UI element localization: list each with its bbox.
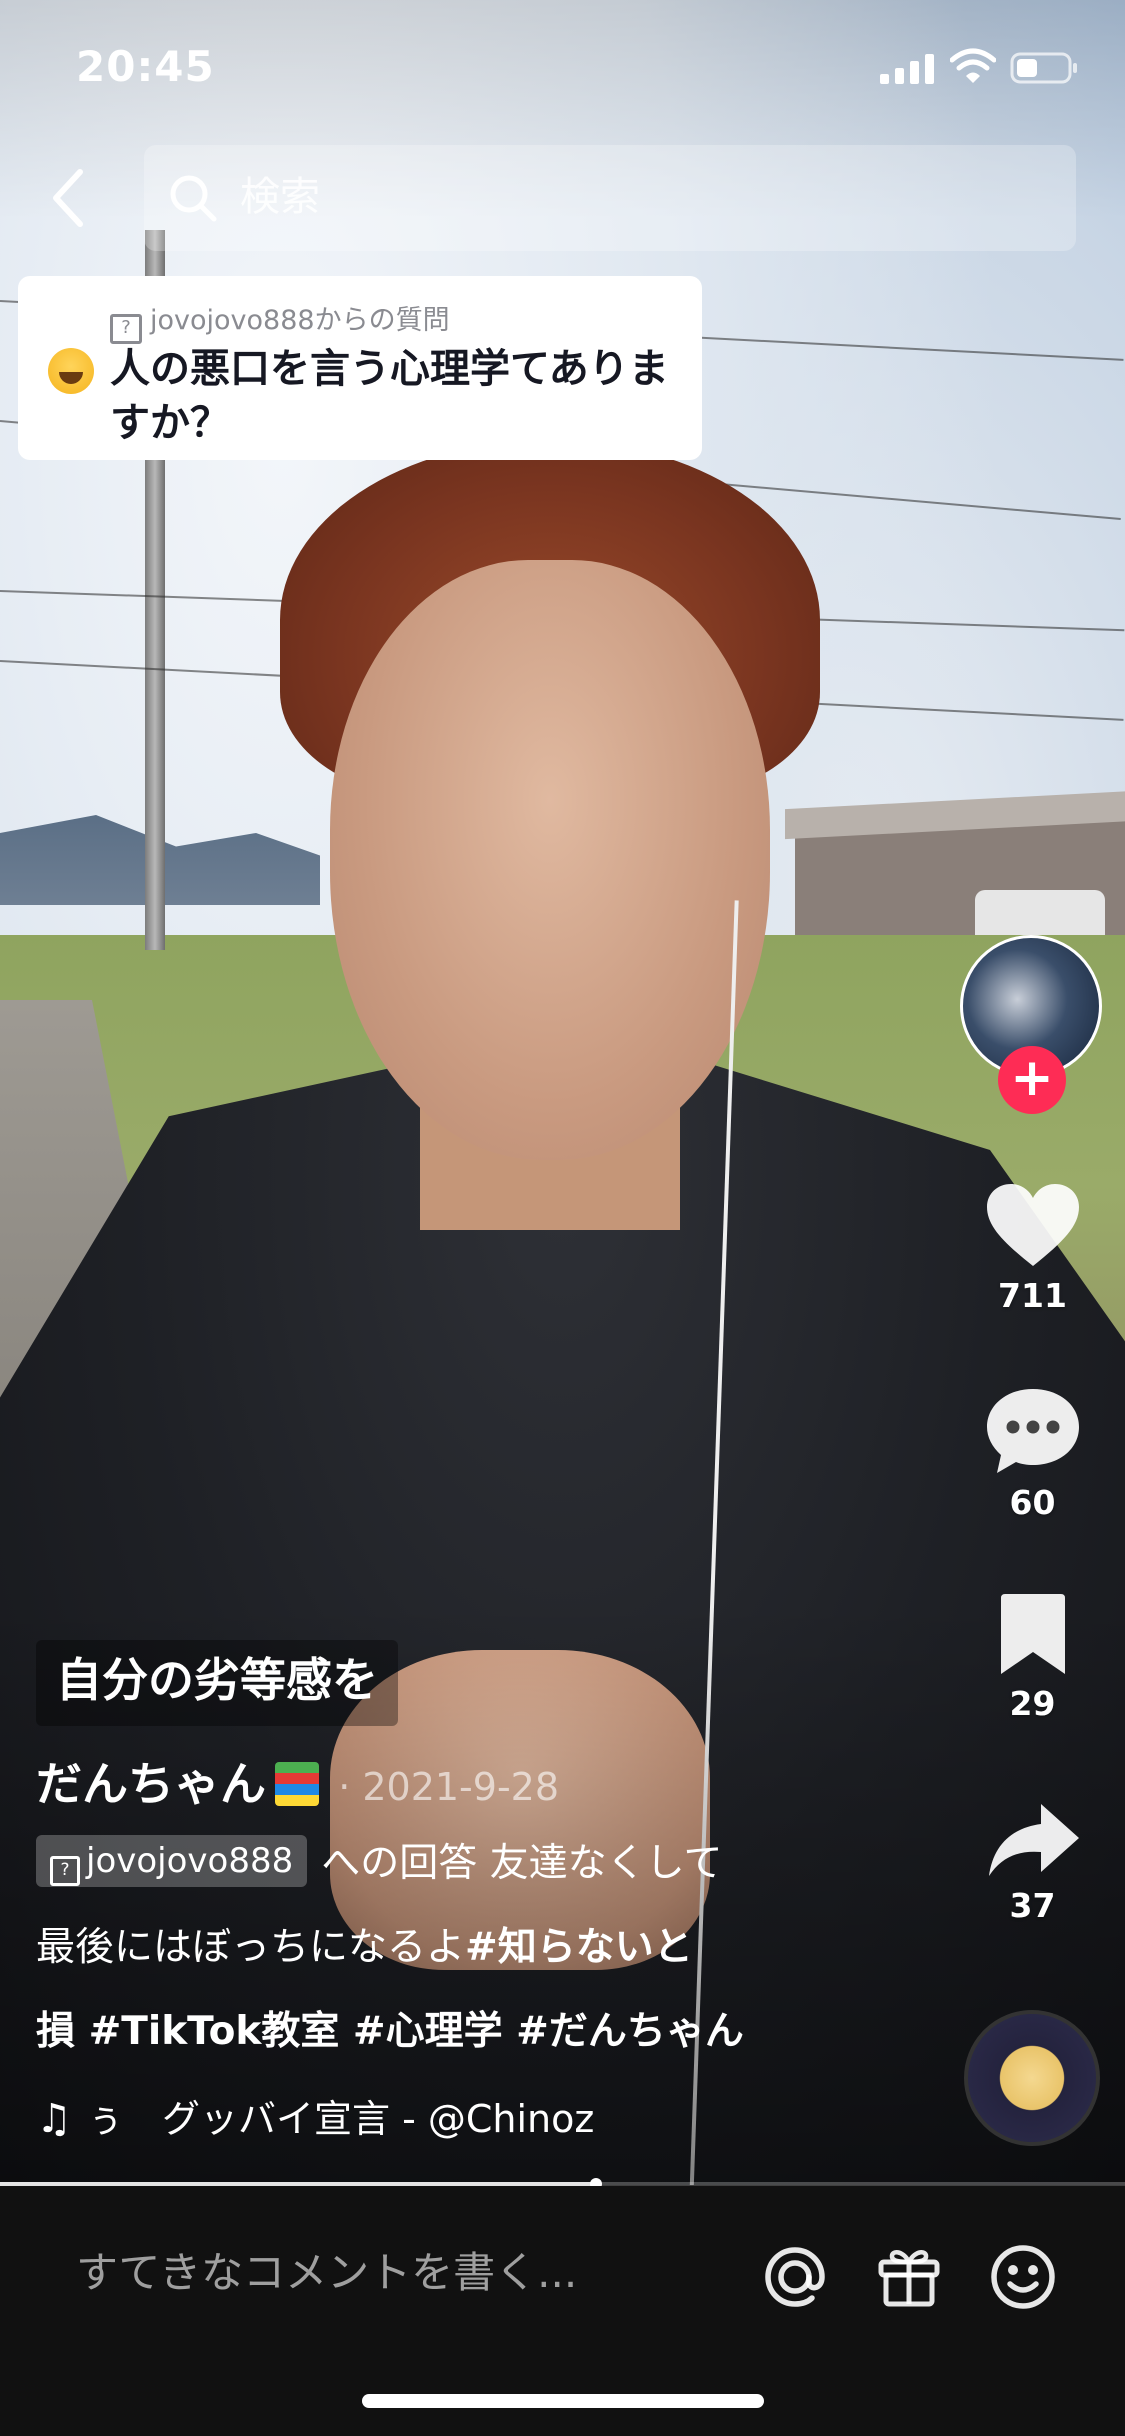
cellular-signal-icon	[880, 54, 934, 84]
back-icon	[53, 169, 83, 227]
description-text: 最後にはぼっちになるよ	[36, 1925, 466, 1970]
heart-icon	[986, 1184, 1079, 1266]
question-icon: ?	[110, 314, 142, 344]
home-indicator[interactable]	[362, 2394, 764, 2408]
comment-input[interactable]: すてきなコメントを書く...	[76, 2238, 577, 2308]
share-button[interactable]: 37	[975, 1800, 1090, 1925]
books-emoji-icon	[275, 1762, 320, 1806]
battery-icon	[1010, 52, 1077, 84]
reply-chip[interactable]: ? jovojovo888	[36, 1835, 308, 1887]
description-line: ? jovojovo888 への回答 友達なくして	[36, 1832, 722, 1896]
hashtag-line[interactable]: 損 #TikTok教室 #心理学 #だんちゃん	[36, 2000, 744, 2064]
music-title: ぅ グッバイ宣言 - @Chinoz	[86, 2097, 595, 2141]
video-person-face	[330, 560, 770, 1160]
description-text: への回答 友達なくして	[321, 1841, 723, 1886]
mention-icon[interactable]	[760, 2242, 830, 2312]
crying-emoji-icon	[48, 348, 94, 394]
hashtag-link[interactable]: #知らないと	[465, 1925, 693, 1970]
description-line: 最後にはぼっちになるよ#知らないと	[36, 1916, 693, 1980]
emoji-icon[interactable]	[988, 2242, 1058, 2312]
question-text: 人の悪口を言う心理学てありますか？	[110, 346, 669, 446]
save-button[interactable]: 29	[975, 1592, 1090, 1723]
share-count: 37	[1009, 1886, 1056, 1925]
like-count: 711	[998, 1276, 1067, 1315]
question-header: ? jovojovo888からの質問	[110, 298, 450, 344]
search-input[interactable]: 検索	[144, 145, 1076, 251]
share-icon	[988, 1804, 1079, 1876]
question-card[interactable]: ? jovojovo888からの質問 人の悪口を言う心理学てありますか？	[18, 276, 702, 460]
search-placeholder: 検索	[240, 174, 320, 220]
question-header-text: jovojovo888からの質問	[150, 305, 450, 336]
topic-label: 自分の劣等感を	[36, 1640, 398, 1726]
bookmark-icon	[1000, 1594, 1065, 1674]
gift-icon[interactable]	[876, 2242, 942, 2308]
question-icon: ?	[50, 1856, 80, 1886]
save-count: 29	[1009, 1684, 1056, 1723]
music-note-icon: ♫	[36, 2096, 72, 2142]
like-button[interactable]: 711	[975, 1180, 1090, 1315]
author-row: だんちゃん · 2021-9-28	[36, 1748, 559, 1812]
reply-chip-user: jovojovo888	[86, 1841, 294, 1881]
music-row[interactable]: ♫ ぅ グッバイ宣言 - @Chinoz	[36, 2088, 626, 2150]
comment-count: 60	[1009, 1483, 1056, 1522]
back-button[interactable]	[42, 160, 102, 236]
follow-button[interactable]: +	[998, 1046, 1066, 1114]
wifi-icon	[950, 48, 996, 83]
comment-button[interactable]: 60	[975, 1385, 1090, 1522]
search-icon	[170, 175, 217, 222]
music-disc[interactable]	[964, 2010, 1100, 2146]
post-date: · 2021-9-28	[338, 1765, 560, 1809]
author-name[interactable]: だんちゃん	[36, 1757, 266, 1811]
comment-icon	[986, 1389, 1079, 1473]
status-time: 20:45	[76, 42, 215, 91]
